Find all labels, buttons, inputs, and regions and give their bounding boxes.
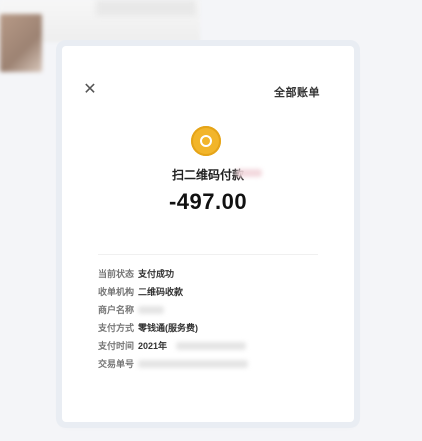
detail-key: 商户名称 [98,305,135,315]
detail-value: 零钱通(服务费) [138,323,198,333]
detail-key: 支付方式 [98,323,135,333]
detail-row-payment-time: 支付时间 2021年 [98,338,328,354]
detail-value: 支付成功 [138,269,175,279]
detail-row-payment-method[interactable]: 支付方式 零钱通(服务费) [98,320,328,336]
thumbnail-image [0,14,42,72]
divider [98,254,318,255]
top-chrome-bar [96,0,196,16]
detail-key: 收单机构 [98,287,135,297]
detail-key: 当前状态 [98,269,135,279]
detail-value: 2021年 [138,341,168,351]
all-bills-link[interactable]: 全部账单 [274,84,320,100]
transaction-amount: -497.00 [168,189,248,214]
detail-key: 支付时间 [98,341,135,351]
details-list: 当前状态 支付成功 收单机构 二维码收款 商户名称 支付方式 零钱通(服务费) … [98,266,328,374]
redacted-value [138,306,164,314]
coin-icon [191,126,221,156]
redacted-merchant [236,169,262,177]
screenshot-stage: ✕ 全部账单 扫二维码付款 -497.00 当前状态 支付成功 收单机构 二维码… [0,0,422,441]
detail-row-institution: 收单机构 二维码收款 [98,284,328,300]
close-icon[interactable]: ✕ [82,82,98,98]
detail-row-status: 当前状态 支付成功 [98,266,328,282]
merchant-name: 扫二维码付款 [171,168,244,182]
redacted-value [176,342,246,350]
detail-row-merchant: 商户名称 [98,302,328,318]
bill-detail-card: ✕ 全部账单 扫二维码付款 -497.00 当前状态 支付成功 收单机构 二维码… [62,46,354,422]
detail-row-order-number: 交易单号 [98,356,328,372]
detail-value: 二维码收款 [138,287,184,297]
detail-key: 交易单号 [98,359,135,369]
redacted-value [138,360,248,368]
